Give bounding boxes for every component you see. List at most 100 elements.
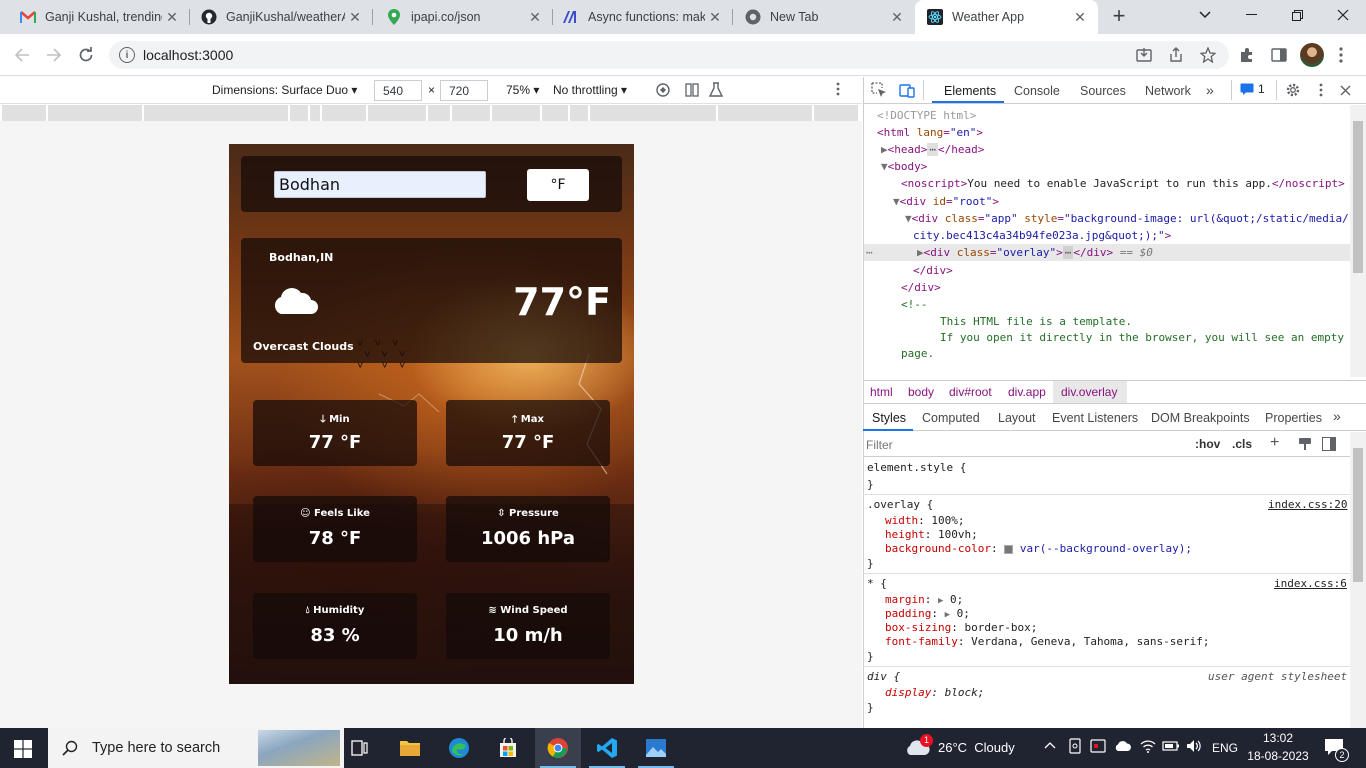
new-rule-plus-icon[interactable]: + [1270, 435, 1279, 451]
tab-event-listeners[interactable]: Event Listeners [1052, 411, 1138, 425]
tab-layout[interactable]: Layout [998, 411, 1036, 425]
sidebar-toggle-icon[interactable] [1322, 437, 1336, 454]
close-icon[interactable]: ✕ [705, 9, 725, 26]
battery-icon[interactable] [1162, 739, 1180, 756]
dom-close-root[interactable]: </div> [901, 279, 941, 296]
dom-html-node[interactable]: <html lang="en"> [877, 124, 983, 141]
color-swatch[interactable] [1004, 544, 1014, 554]
tray-meet-icon[interactable] [1090, 738, 1106, 757]
browser-tab-gmail[interactable]: Ganji Kushal, trending ✕ [0, 0, 190, 34]
back-arrow-icon[interactable] [8, 41, 36, 69]
more-vertical-icon[interactable] [1327, 41, 1355, 69]
tab-sources[interactable]: Sources [1080, 84, 1126, 98]
cls-toggle[interactable]: .cls [1232, 437, 1252, 451]
share-icon[interactable] [1162, 41, 1190, 69]
extensions-icon[interactable] [1233, 41, 1261, 69]
close-devtools-icon[interactable] [1340, 84, 1351, 99]
close-icon[interactable]: ✕ [162, 9, 182, 26]
dom-noscript-node[interactable]: <noscript>You need to enable JavaScript … [901, 175, 1345, 192]
dom-scrollbar[interactable] [1350, 105, 1366, 377]
taskbar-search-box[interactable]: Type here to search [48, 728, 344, 768]
overlay-rule-source-link[interactable]: index.css:20 [1268, 496, 1347, 513]
reload-icon[interactable] [72, 41, 100, 69]
div-rule-selector[interactable]: div { [867, 668, 900, 685]
browser-tab-github[interactable]: GanjiKushal/weatherA ✕ [181, 0, 373, 34]
install-app-icon[interactable] [1130, 41, 1158, 69]
tray-device-icon[interactable] [1068, 738, 1082, 757]
tab-properties[interactable]: Properties [1265, 411, 1322, 425]
hov-toggle[interactable]: :hov [1195, 437, 1220, 451]
tab-dom-breakpoints[interactable]: DOM Breakpoints [1151, 411, 1250, 425]
browser-tab-newtab[interactable]: New Tab ✕ [725, 0, 915, 34]
input-language[interactable]: ENG [1212, 741, 1238, 755]
dom-body-node[interactable]: ▼<body> [881, 158, 927, 175]
dom-overlay-node[interactable]: ▶<div class="overlay"> ⋯ </div> == $0 [917, 244, 1153, 261]
dom-root-node[interactable]: ▼<div id="root"> [893, 193, 999, 210]
edge-browser-icon[interactable] [443, 732, 475, 764]
task-view-icon[interactable] [344, 732, 376, 764]
dom-close-app[interactable]: </div> [913, 262, 953, 279]
more-style-tabs-chevron-icon[interactable]: » [1333, 408, 1341, 424]
throttling-select[interactable]: No throttling ▾ [553, 83, 627, 97]
new-tab-button[interactable]: + [1106, 5, 1132, 29]
url-text[interactable]: localhost:3000 [143, 47, 233, 63]
css-declaration[interactable]: font-family: Verdana, Geneva, Tahoma, sa… [885, 633, 1210, 650]
forward-arrow-icon[interactable] [40, 41, 68, 69]
clock-date[interactable]: 18-08-2023 [1240, 749, 1316, 763]
row-ellipsis-icon[interactable]: ⋯ [866, 244, 873, 261]
device-more-icon[interactable] [836, 82, 840, 99]
css-declaration[interactable]: background-color: var(--background-overl… [885, 540, 1192, 557]
styles-filter-input[interactable] [866, 435, 1184, 455]
unit-toggle-button[interactable]: °F [527, 169, 589, 201]
issues-badge[interactable]: 1 [1240, 82, 1265, 96]
device-height-input[interactable]: 720 [440, 80, 488, 101]
zoom-select[interactable]: 75% ▾ [506, 83, 539, 97]
address-bar[interactable]: i localhost:3000 [109, 41, 1229, 69]
settings-gear-icon[interactable] [1285, 82, 1301, 101]
volume-icon[interactable] [1186, 739, 1202, 756]
dimensions-select[interactable]: Dimensions: Surface Duo ▾ [212, 83, 357, 97]
avatar[interactable] [1300, 43, 1324, 67]
vscode-icon[interactable] [591, 732, 623, 764]
minimize-button[interactable] [1228, 0, 1274, 30]
star-rule-selector[interactable]: * { [867, 575, 887, 592]
flask-icon[interactable] [708, 82, 724, 101]
device-toggle-icon[interactable] [899, 82, 915, 101]
element-style-rule[interactable]: element.style { [867, 459, 966, 476]
clock-time[interactable]: 13:02 [1248, 731, 1308, 745]
paint-brush-icon[interactable] [1298, 437, 1312, 454]
inspect-element-icon[interactable] [871, 82, 887, 101]
device-width-input[interactable]: 540 [374, 80, 422, 101]
wifi-icon[interactable] [1140, 739, 1156, 756]
tab-elements[interactable]: Elements [944, 84, 996, 98]
dom-app-node[interactable]: ▼<div class="app" style="background-imag… [905, 210, 1349, 227]
tab-search-button[interactable] [1182, 0, 1228, 30]
file-explorer-icon[interactable] [394, 732, 426, 764]
close-icon[interactable]: ✕ [887, 9, 907, 26]
close-icon[interactable]: ✕ [1070, 9, 1090, 26]
rotate-icon[interactable] [655, 82, 671, 101]
dom-head-node[interactable]: ▶<head> ⋯ </head> [881, 141, 984, 158]
close-icon[interactable]: ✕ [525, 9, 545, 26]
tab-console[interactable]: Console [1014, 84, 1060, 98]
breadcrumb-overlay[interactable]: div.overlay [1061, 385, 1117, 399]
more-tabs-chevron-icon[interactable]: » [1206, 82, 1214, 98]
tab-computed[interactable]: Computed [922, 411, 980, 425]
tray-onedrive-icon[interactable] [1114, 740, 1132, 755]
browser-tab-ipapi[interactable]: ipapi.co/json ✕ [366, 0, 553, 34]
overlay-rule-selector[interactable]: .overlay { [867, 496, 933, 513]
windows-start-icon[interactable] [14, 740, 32, 761]
microsoft-store-icon[interactable] [492, 732, 524, 764]
media-query-ruler[interactable] [2, 105, 860, 121]
info-icon[interactable]: i [119, 47, 135, 63]
styles-scrollbar[interactable] [1350, 432, 1366, 728]
dom-doctype[interactable]: <!DOCTYPE html> [877, 107, 976, 124]
close-window-button[interactable] [1320, 0, 1366, 30]
dual-screen-icon[interactable] [684, 82, 700, 101]
bookmark-star-icon[interactable] [1194, 41, 1222, 69]
browser-tab-weather-active[interactable]: Weather App ✕ [915, 0, 1098, 34]
breadcrumb-root[interactable]: div#root [949, 385, 992, 399]
browser-tab-mdn[interactable]: Async functions: makin ✕ [543, 0, 733, 34]
close-icon[interactable]: ✕ [345, 9, 365, 26]
city-search-input[interactable] [274, 171, 486, 198]
